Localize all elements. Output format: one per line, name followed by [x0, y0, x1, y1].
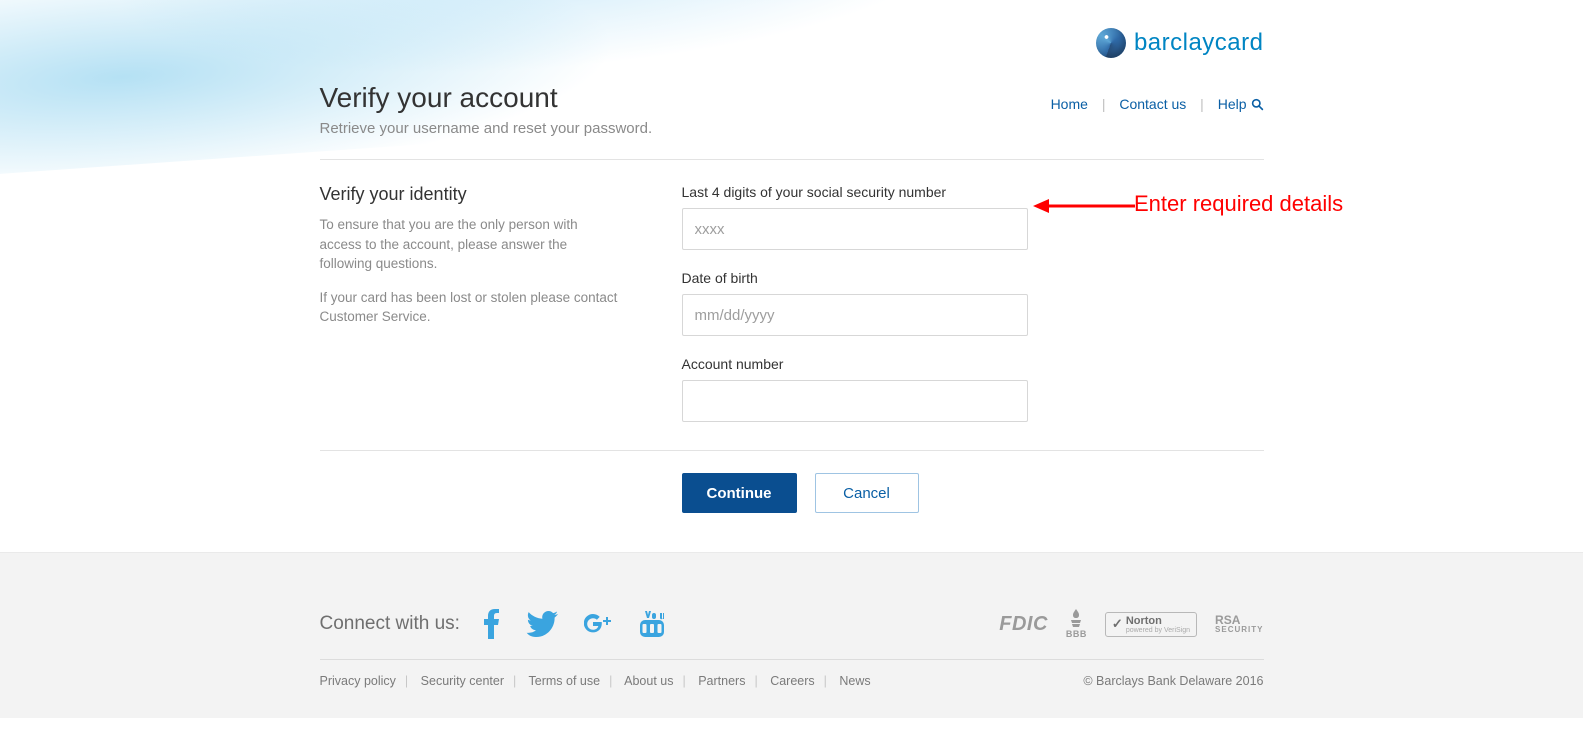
search-icon [1251, 98, 1264, 114]
facebook-icon[interactable] [482, 609, 500, 639]
fdic-badge: FDIC [999, 613, 1048, 636]
annotation-text: Enter required details [1134, 190, 1343, 218]
brand-mark-icon [1096, 28, 1126, 58]
ssn-input[interactable] [682, 208, 1028, 250]
acct-label: Account number [682, 356, 1028, 372]
brand-name: barclaycard [1134, 29, 1264, 57]
link-careers[interactable]: Careers [770, 674, 814, 688]
google-plus-icon[interactable] [584, 611, 614, 637]
footer-divider [320, 659, 1264, 660]
link-terms[interactable]: Terms of use [529, 674, 601, 688]
page-subtitle: Retrieve your username and reset your pa… [320, 120, 1264, 137]
annotation-text-label: Enter required details [1134, 191, 1343, 216]
header-divider [320, 159, 1264, 160]
nav-home[interactable]: Home [1051, 96, 1088, 112]
nav-separator: | [1200, 96, 1204, 112]
acct-input[interactable] [682, 380, 1028, 422]
link-about[interactable]: About us [624, 674, 673, 688]
nav-help-label: Help [1218, 96, 1247, 112]
norton-badge-label: Norton [1126, 615, 1162, 627]
rsa-badge-sublabel: SECURITY [1215, 626, 1263, 634]
link-news[interactable]: News [839, 674, 870, 688]
twitter-icon[interactable] [526, 611, 558, 637]
copyright: © Barclays Bank Delaware 2016 [1083, 674, 1263, 688]
link-partners[interactable]: Partners [698, 674, 745, 688]
footer: Connect with us: FDI [0, 552, 1583, 718]
youtube-icon[interactable] [640, 611, 664, 637]
norton-badge: ✓ Nortonpowered by VeriSign [1105, 612, 1197, 637]
identity-para-1: To ensure that you are the only person w… [320, 215, 620, 274]
dob-input[interactable] [682, 294, 1028, 336]
legal-links: Privacy policy| Security center| Terms o… [320, 674, 871, 688]
rsa-badge: RSA SECURITY [1215, 614, 1263, 634]
top-nav: Home | Contact us | Help [1051, 96, 1264, 114]
bbb-badge-label: BBB [1066, 629, 1087, 639]
link-security[interactable]: Security center [421, 674, 504, 688]
cancel-button[interactable]: Cancel [815, 473, 919, 513]
dob-label: Date of birth [682, 270, 1028, 286]
ssn-label: Last 4 digits of your social security nu… [682, 184, 1028, 200]
link-privacy[interactable]: Privacy policy [320, 674, 396, 688]
nav-help[interactable]: Help [1218, 96, 1264, 112]
brand-logo: barclaycard [1096, 28, 1264, 58]
identity-para-2: If your card has been lost or stolen ple… [320, 288, 620, 327]
bbb-badge: BBB [1066, 609, 1087, 639]
checkmark-icon: ✓ [1112, 616, 1123, 632]
identity-heading: Verify your identity [320, 184, 620, 205]
connect-label: Connect with us: [320, 613, 460, 635]
nav-contact[interactable]: Contact us [1119, 96, 1186, 112]
continue-button[interactable]: Continue [682, 473, 797, 513]
form-divider [320, 450, 1264, 451]
bbb-torch-icon [1069, 609, 1083, 629]
nav-separator: | [1102, 96, 1106, 112]
